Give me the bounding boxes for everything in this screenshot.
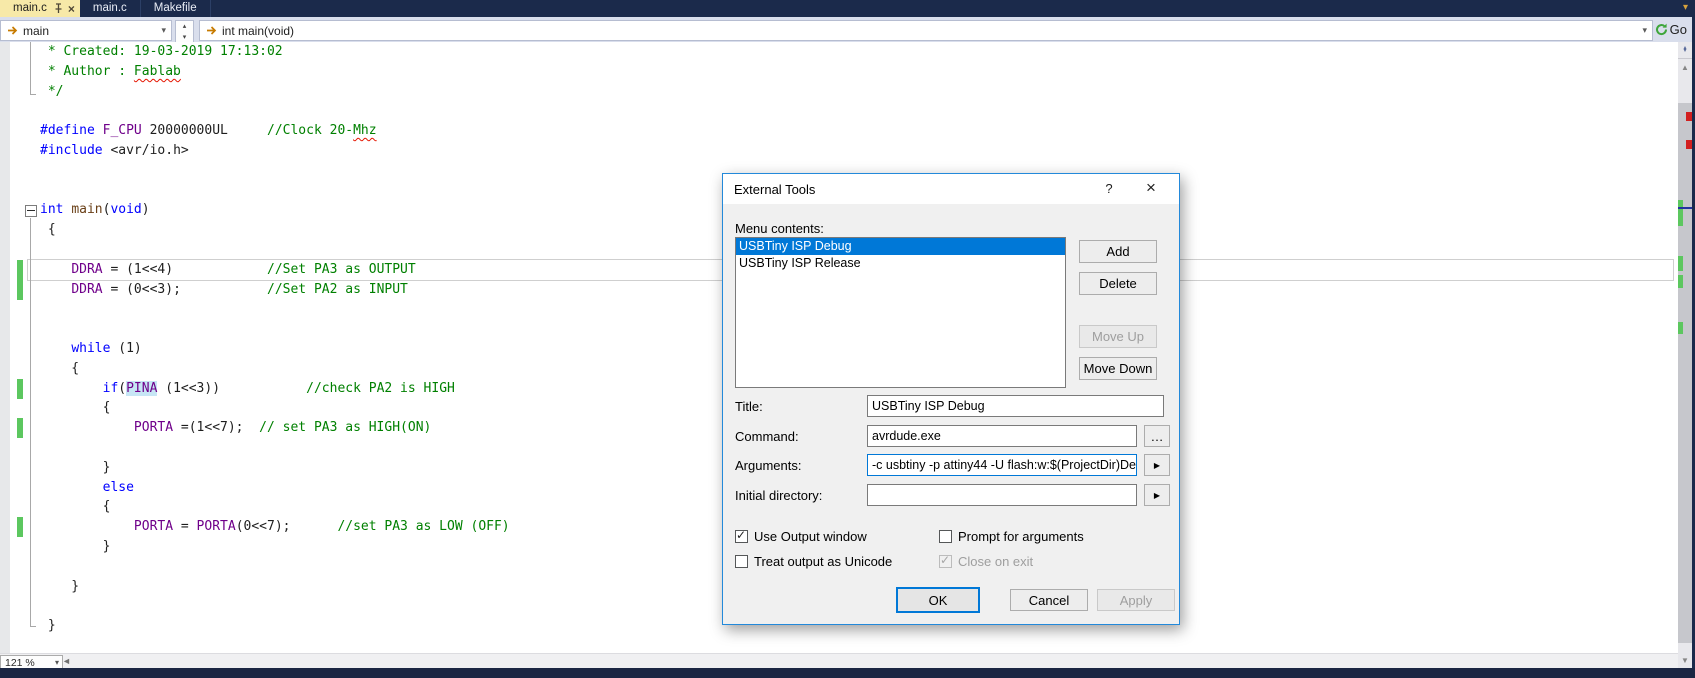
change-bar [17, 517, 23, 538]
member-dropdown-value: int main(void) [222, 23, 295, 38]
dialog-title: External Tools [734, 182, 816, 197]
scroll-left-button[interactable]: ◄ [62, 656, 71, 666]
code-line[interactable]: #define F_CPU 20000000UL //Clock 20-Mhz [40, 121, 1678, 141]
chevron-down-icon: ▾ [54, 658, 59, 667]
use-output-window-label: Use Output window [754, 529, 867, 544]
navbar-spinner[interactable]: ▴ ▾ [175, 20, 194, 43]
add-button[interactable]: Add [1079, 240, 1157, 263]
tab-label: main.c [13, 2, 47, 14]
checkbox-icon: ✓ [939, 553, 952, 568]
close-on-exit-label: Close on exit [958, 554, 1034, 569]
tab-main.c[interactable]: main.c × [0, 0, 80, 17]
scroll-up-button[interactable]: ▲ [1678, 59, 1692, 75]
close-on-exit-checkbox: ✓ Close on exit [939, 553, 1034, 569]
menu-contents-label: Menu contents: [735, 221, 824, 236]
spinner-up-icon[interactable]: ▴ [183, 22, 187, 30]
scroll-up-icon: ▲ [1681, 62, 1689, 72]
scroll-down-icon: ▼ [1681, 655, 1689, 665]
initial-directory-input[interactable] [867, 484, 1137, 506]
arguments-input[interactable]: -c usbtiny -p attiny44 -U flash:w:$(Proj… [867, 454, 1137, 476]
split-editor-handle[interactable]: ▴ ▾ [1678, 42, 1692, 59]
document-tab-strip: main.c × main.c Makefile [0, 0, 1695, 17]
member-arrow-icon [7, 25, 18, 36]
external-tools-dialog: External Tools ? × Menu contents: USBTin… [722, 173, 1180, 625]
scrollbar-mark-caret [1678, 207, 1692, 209]
tab-overflow-icon[interactable]: ▾ [1683, 2, 1688, 13]
list-item[interactable]: USBTiny ISP Release [736, 255, 1065, 272]
tab-label: Makefile [153, 2, 197, 14]
help-button[interactable]: ? [1100, 181, 1118, 196]
command-label: Command: [735, 429, 799, 444]
prompt-for-arguments-label: Prompt for arguments [958, 529, 1084, 544]
change-bar [17, 279, 23, 300]
editor-bottom-bar: 121 % ▾ ◄ [0, 653, 1678, 670]
check-icon: ✓ [940, 553, 951, 567]
navigation-bar: main ▾ ▴ ▾ int main(void) ▾ Go [0, 17, 1695, 43]
close-icon[interactable]: × [1138, 178, 1164, 198]
arguments-arrow-button[interactable]: ▶ [1144, 454, 1170, 476]
cancel-button[interactable]: Cancel [1010, 589, 1088, 611]
command-browse-button[interactable]: … [1144, 425, 1170, 447]
tab-main.c[interactable]: main.c [80, 0, 141, 17]
checkbox-icon [735, 555, 748, 568]
treat-output-as-unicode-checkbox[interactable]: Treat output as Unicode [735, 554, 892, 569]
scroll-down-button[interactable]: ▼ [1678, 652, 1692, 668]
code-line[interactable]: * Created: 19-03-2019 17:13:02 [40, 42, 1678, 62]
scrollbar-mark-change [1678, 200, 1683, 226]
arguments-label: Arguments: [735, 458, 802, 473]
status-bar [0, 668, 1695, 678]
split-down-icon: ▾ [1683, 48, 1687, 54]
menu-contents-listbox[interactable]: USBTiny ISP Debug USBTiny ISP Release [735, 237, 1066, 388]
check-icon: ✓ [736, 528, 747, 542]
command-input[interactable]: avrdude.exe [867, 425, 1137, 447]
go-button[interactable]: Go [1655, 20, 1687, 39]
scrollbar-mark-change [1678, 256, 1683, 271]
delete-button[interactable]: Delete [1079, 272, 1157, 295]
scrollbar-mark-change [1678, 275, 1683, 288]
checkbox-icon [939, 530, 952, 543]
member-dropdown[interactable]: int main(void) ▾ [199, 20, 1653, 41]
go-refresh-icon [1655, 23, 1667, 36]
apply-button: Apply [1097, 589, 1175, 611]
scroll-left-icon: ◄ [62, 656, 71, 666]
close-icon[interactable]: × [68, 3, 75, 15]
vertical-scrollbar[interactable]: ▴ ▾ ▲ ▼ [1678, 42, 1692, 668]
code-line[interactable]: */ [40, 82, 1678, 102]
initial-directory-label: Initial directory: [735, 488, 823, 503]
change-bar [17, 378, 23, 399]
prompt-for-arguments-checkbox[interactable]: Prompt for arguments [939, 529, 1084, 544]
checkbox-icon: ✓ [735, 528, 748, 543]
title-input[interactable]: USBTiny ISP Debug [867, 395, 1164, 417]
move-up-button: Move Up [1079, 325, 1157, 348]
code-line[interactable]: #include <avr/io.h> [40, 141, 1678, 161]
change-bar [17, 259, 23, 280]
scope-dropdown[interactable]: main ▾ [0, 20, 172, 41]
move-down-button[interactable]: Move Down [1079, 357, 1157, 380]
vertical-scrollbar-thumb[interactable] [1678, 103, 1692, 643]
pin-icon[interactable] [54, 3, 63, 14]
scrollbar-mark-change [1678, 322, 1683, 334]
code-line[interactable] [40, 101, 1678, 121]
chevron-down-icon: ▾ [1642, 25, 1647, 35]
initial-directory-arrow-button[interactable]: ▶ [1144, 484, 1170, 506]
treat-output-as-unicode-label: Treat output as Unicode [754, 554, 893, 569]
tab-list: main.c × main.c Makefile [0, 0, 211, 17]
change-bar [17, 418, 23, 439]
member-arrow-icon [206, 25, 217, 36]
ide-window: main.c × main.c Makefile ▾ main ▾ ▴ ▾ int m… [0, 0, 1695, 678]
dialog-title-bar[interactable]: External Tools ? × [723, 174, 1179, 204]
use-output-window-checkbox[interactable]: ✓ Use Output window [735, 528, 867, 544]
tab-Makefile[interactable]: Makefile [141, 0, 211, 17]
ok-button[interactable]: OK [896, 587, 980, 613]
code-line[interactable]: * Author : Fablab [40, 62, 1678, 82]
editor-zoom-value: 121 % [5, 656, 35, 669]
spinner-down-icon[interactable]: ▾ [183, 33, 187, 41]
scope-dropdown-value: main [23, 23, 50, 38]
tab-label: main.c [92, 2, 127, 14]
go-button-label: Go [1669, 22, 1687, 37]
list-item[interactable]: USBTiny ISP Debug [736, 238, 1065, 255]
title-label: Title: [735, 399, 763, 414]
chevron-down-icon: ▾ [161, 25, 166, 35]
